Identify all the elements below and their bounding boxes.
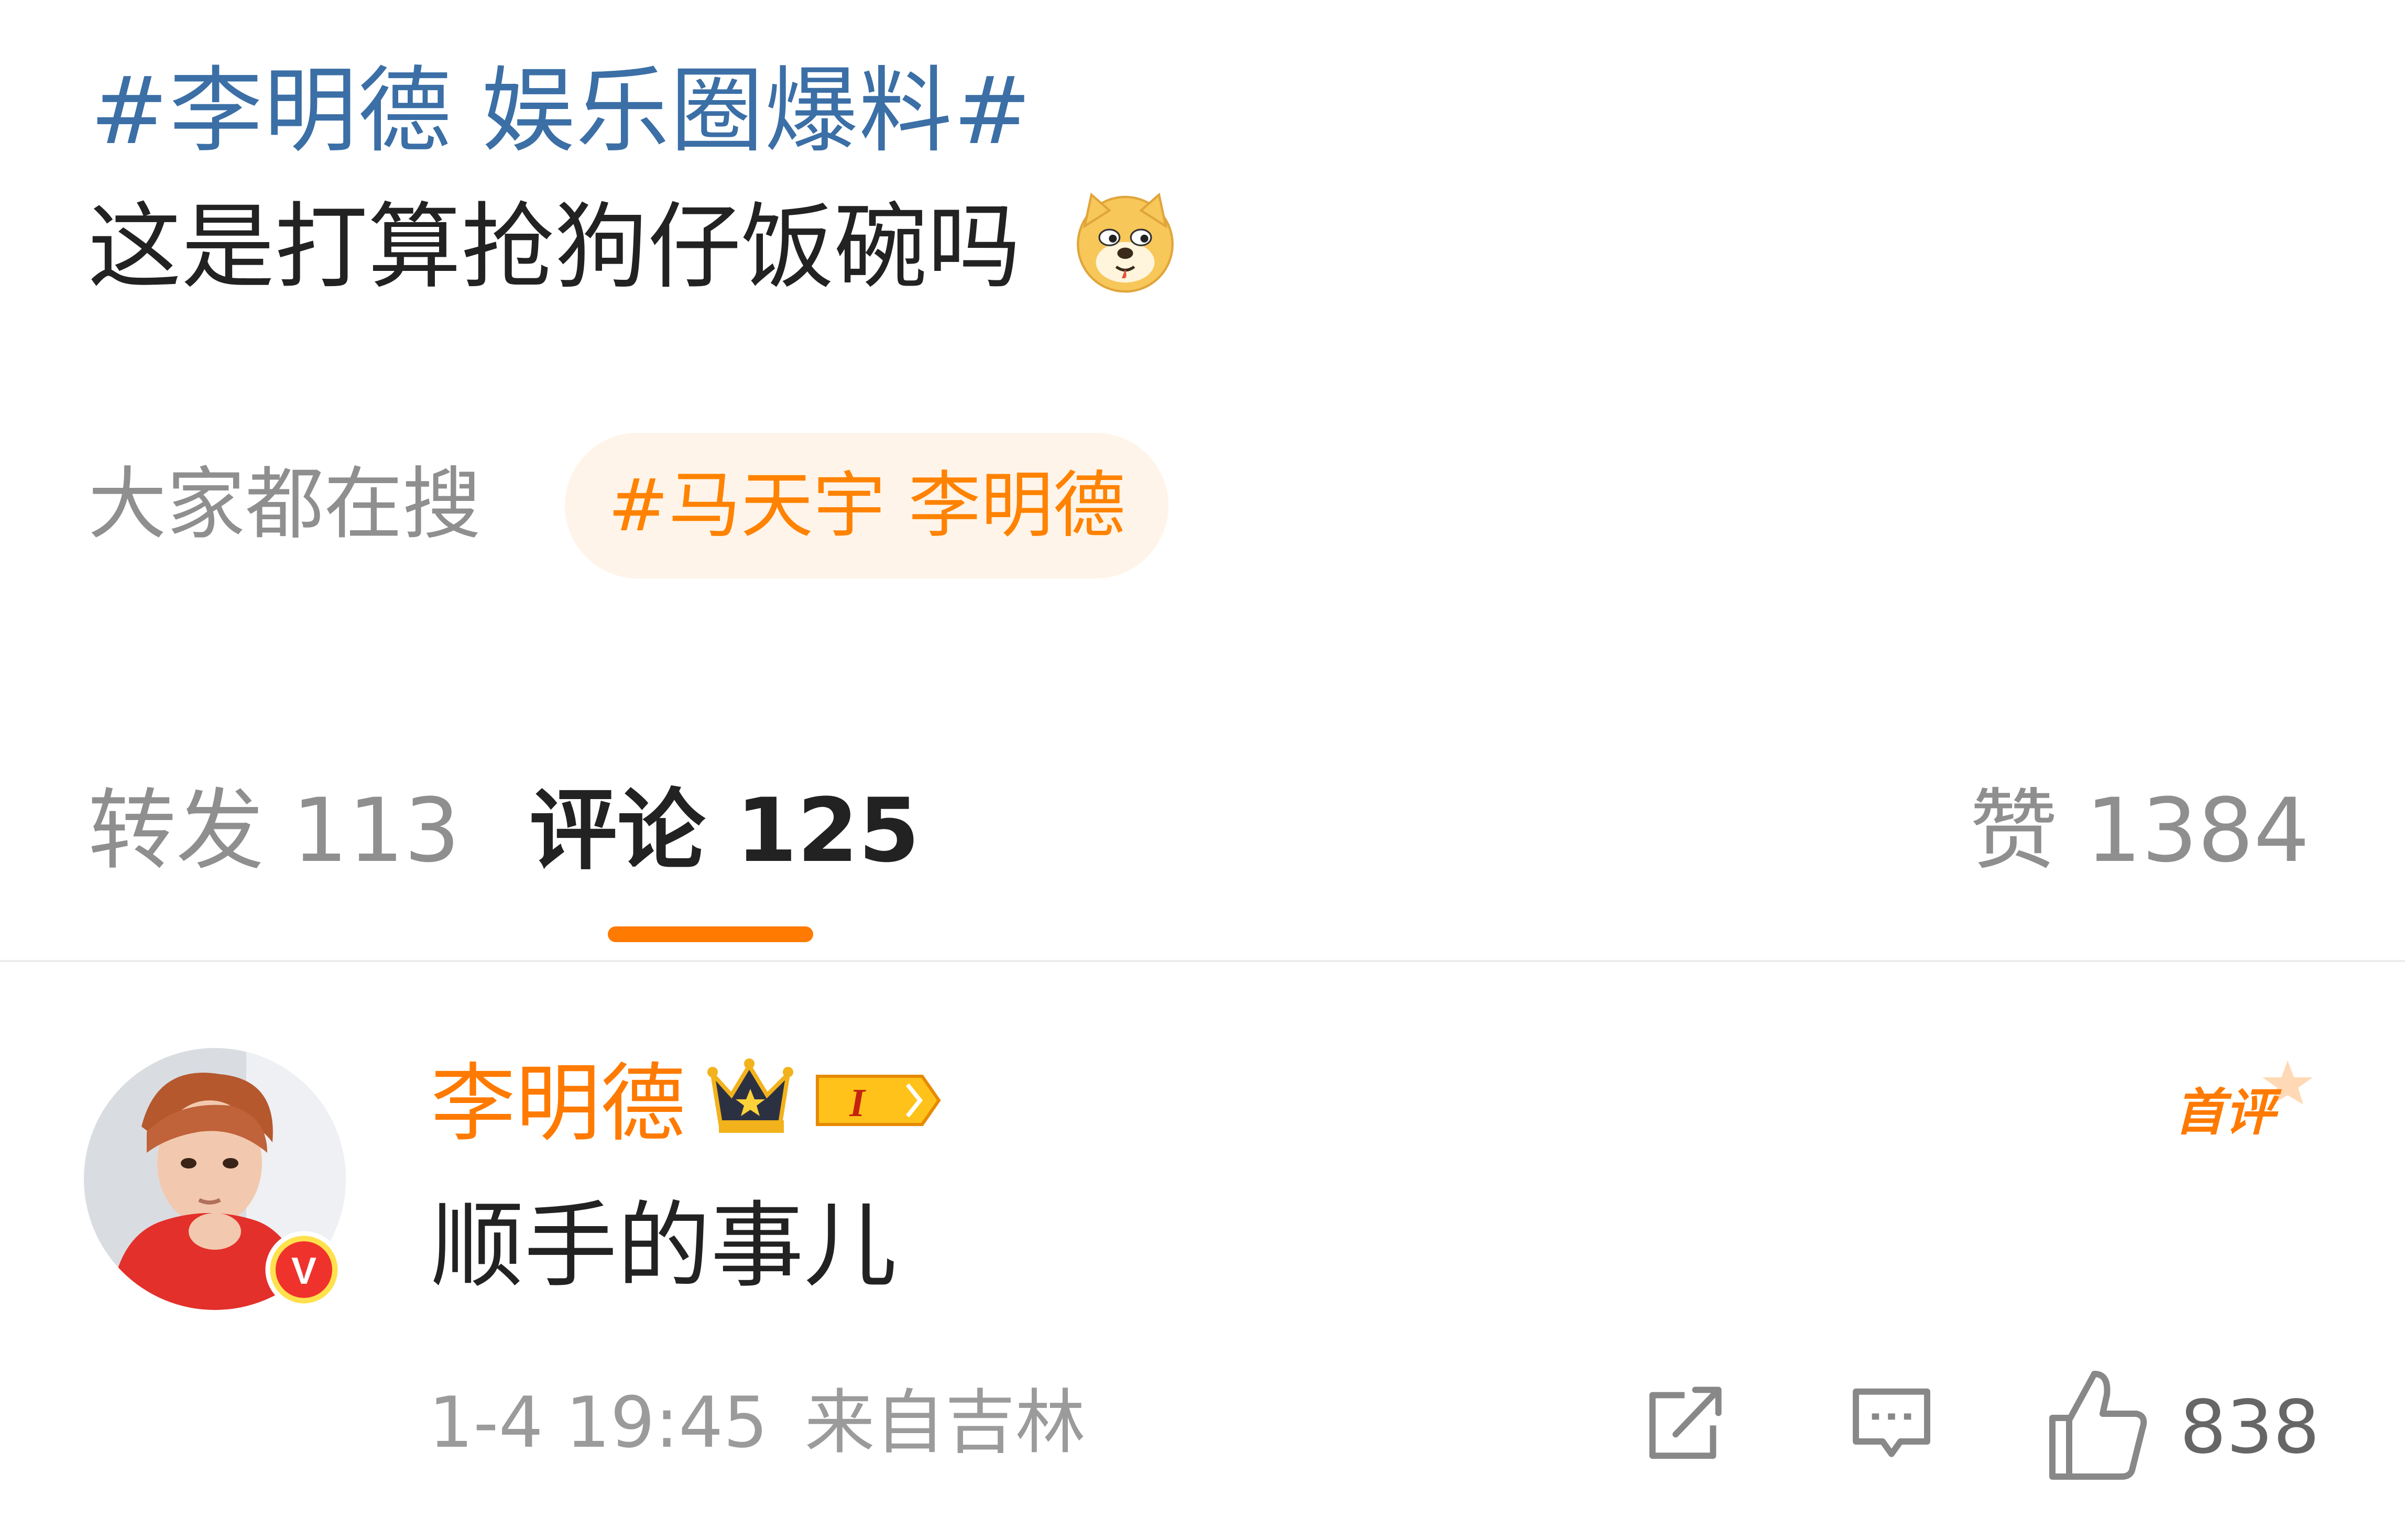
- trending-search-chip[interactable]: #马天宇 李明德: [565, 433, 1168, 578]
- first-comment-label: 首评: [2174, 1083, 2282, 1142]
- share-icon[interactable]: [1640, 1379, 1729, 1468]
- tab-like[interactable]: 赞 1384: [1970, 781, 2310, 880]
- verified-badge-icon: V: [265, 1231, 343, 1308]
- comment-date: 1-4 19:45: [429, 1382, 768, 1463]
- topic-link-1[interactable]: #李明德: [90, 57, 452, 165]
- post-text: 这是打算抢狗仔饭碗吗: [88, 193, 1021, 301]
- first-comment-badge: 首评: [2174, 1061, 2313, 1142]
- member-crown-badge-icon: I: [707, 1058, 941, 1133]
- topic-hashtags[interactable]: #李明德 娱乐圈爆料#: [90, 59, 1062, 163]
- topic-link-2[interactable]: 娱乐圈爆料#: [482, 57, 1032, 165]
- comment-location: 来自吉林: [804, 1382, 1086, 1463]
- comment-text: 顺手的事儿: [431, 1192, 897, 1300]
- active-tab-indicator: [608, 926, 813, 942]
- tab-divider: [0, 960, 2405, 962]
- comment-like-count: 838: [2180, 1385, 2320, 1470]
- trending-search-label: 大家都在搜: [88, 459, 482, 550]
- reply-comment-icon[interactable]: [1847, 1379, 1936, 1468]
- comment-username[interactable]: 李明德: [431, 1054, 685, 1154]
- comment-meta: 1-4 19:45 来自吉林: [429, 1381, 1086, 1465]
- tab-comment[interactable]: 评论 125: [529, 781, 920, 880]
- verified-badge-letter: V: [291, 1250, 316, 1292]
- tab-repost[interactable]: 转发 113: [88, 781, 460, 880]
- thumbs-up-icon[interactable]: [2046, 1368, 2151, 1483]
- member-level-text: I: [849, 1081, 866, 1125]
- doge-emoji-icon: [1077, 192, 1174, 293]
